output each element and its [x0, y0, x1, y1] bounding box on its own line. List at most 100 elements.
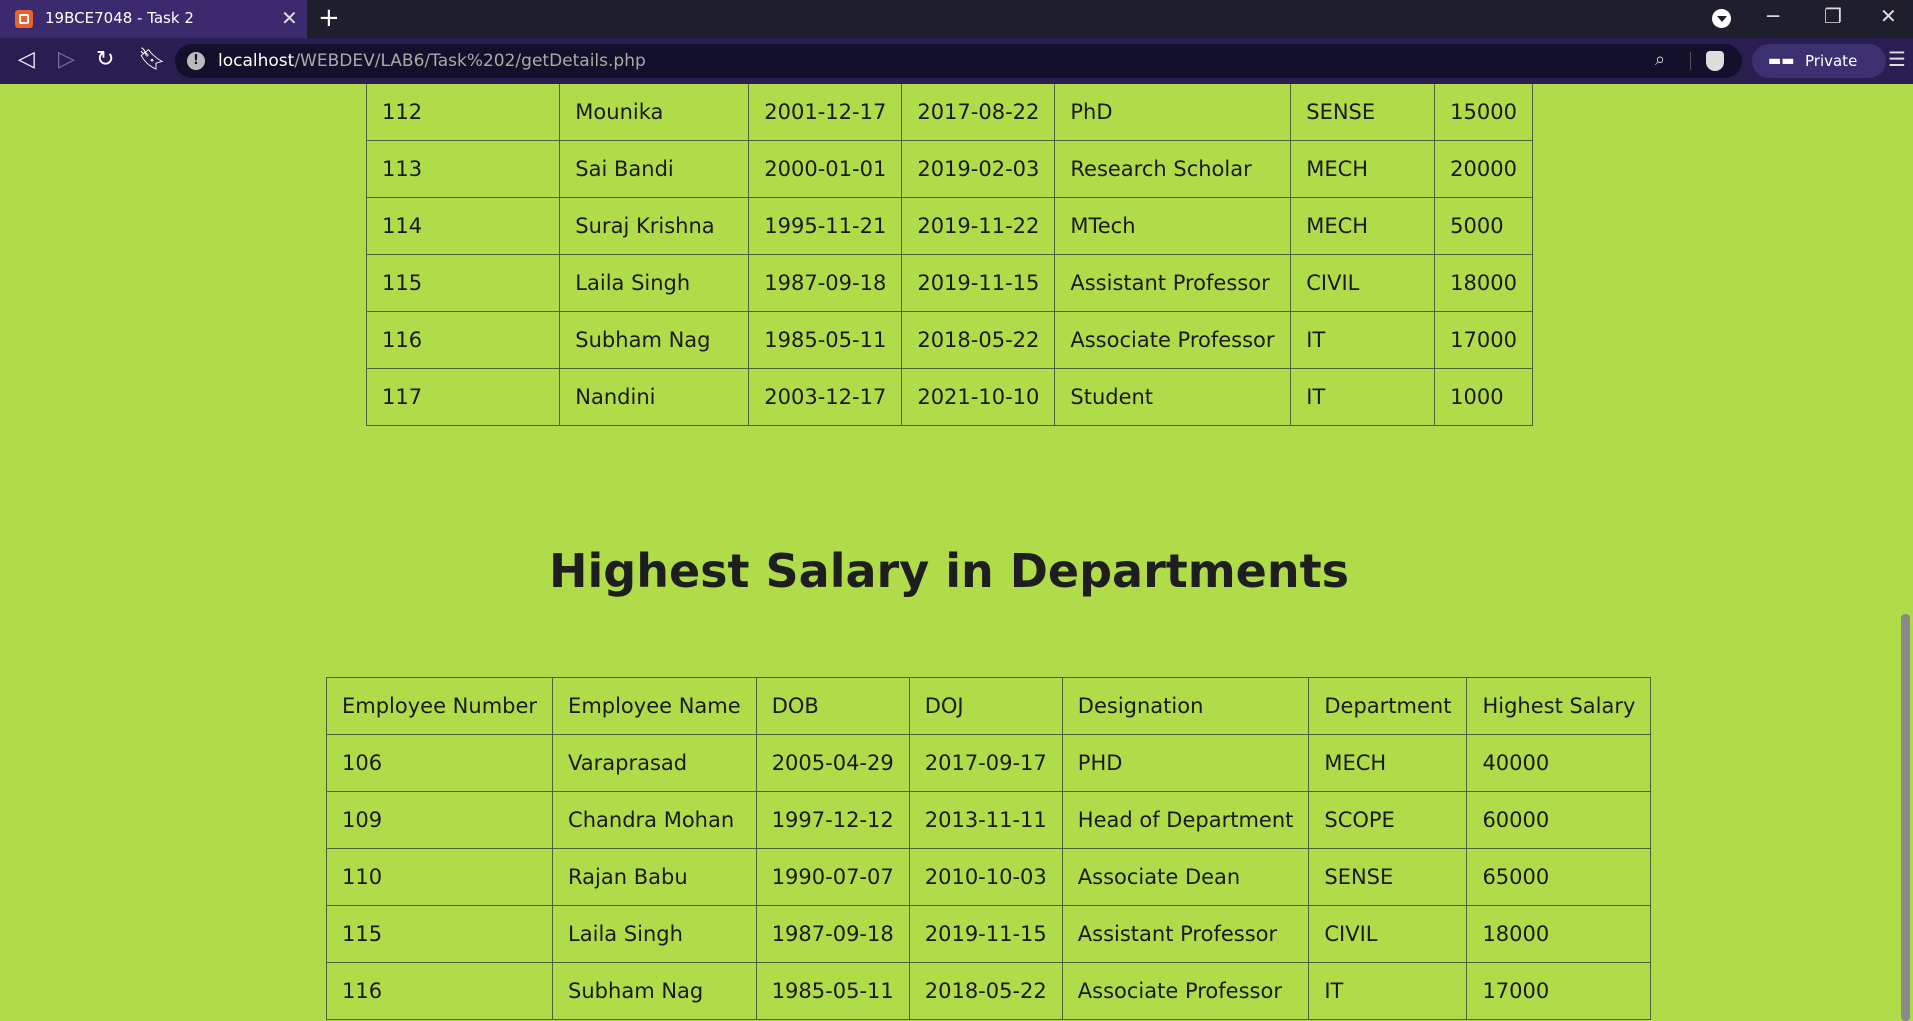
table-cell: 2013-11-11	[908, 791, 1063, 849]
table-cell: 2021-10-10	[901, 368, 1056, 426]
table-cell: IT	[1290, 311, 1436, 369]
table-row: 106 Varaprasad 2005-04-29 2017-09-17 PHD MECH…	[325, 734, 1652, 792]
column-header: Designation	[1061, 677, 1310, 735]
table-cell: Associate Dean	[1061, 848, 1310, 906]
forward-icon[interactable]: ▷	[58, 47, 75, 72]
table-cell: PHD	[1061, 734, 1310, 792]
private-glasses-icon: ▬▬	[1768, 53, 1795, 69]
table-cell: Associate Professor	[1054, 311, 1292, 369]
table-row: 116 Subham Nag 1985-05-11 2018-05-22 Associa…	[365, 311, 1533, 369]
table-cell: 115	[365, 254, 561, 312]
table-cell: 20000	[1434, 140, 1533, 198]
table-cell: 2003-12-17	[748, 368, 903, 426]
tab-active[interactable]: 19BCE7048 - Task 2 ✕	[0, 0, 307, 38]
table-cell: 106	[325, 734, 554, 792]
table-cell: 2019-11-22	[901, 197, 1056, 255]
close-tab-icon[interactable]: ✕	[281, 6, 298, 30]
table-cell: CIVIL	[1290, 254, 1436, 312]
table-cell: 1997-12-12	[755, 791, 910, 849]
table-cell: Suraj Krishna	[559, 197, 750, 255]
column-header: DOB	[755, 677, 910, 735]
table-row: 112 Mounika 2001-12-17 2017-08-22 PhD SENSE 15…	[365, 84, 1533, 141]
table-cell: Head of Department	[1061, 791, 1310, 849]
table-cell: Laila Singh	[552, 905, 757, 963]
employee-table: 112 Mounika 2001-12-17 2017-08-22 PhD SENSE 15…	[365, 84, 1533, 426]
site-info-icon[interactable]: !	[187, 52, 205, 70]
table-cell: IT	[1290, 368, 1436, 426]
table-cell: Subham Nag	[552, 962, 757, 1020]
table-cell: Rajan Babu	[552, 848, 757, 906]
bookmark-icon[interactable]: 🔖︎	[138, 47, 166, 72]
url-text[interactable]: localhost/WEBDEV/LAB6/Task%202/getDetail…	[218, 51, 646, 71]
table-cell: 18000	[1466, 905, 1652, 963]
tab-strip: 19BCE7048 - Task 2 ✕ + ─ ❐ ✕	[0, 0, 1913, 38]
table-row: 116 Subham Nag 1985-05-11 2018-05-22 Associa…	[325, 962, 1652, 1020]
zoom-icon[interactable]: ⌕	[1655, 49, 1665, 70]
table-cell: Nandini	[559, 368, 750, 426]
back-icon[interactable]: ◁	[18, 47, 35, 72]
table-cell: 117	[365, 368, 561, 426]
page-heading: Highest Salary in Departments	[549, 544, 1349, 598]
table-cell: 2019-11-15	[901, 254, 1056, 312]
table-cell: Assistant Professor	[1054, 254, 1292, 312]
table-cell: 2018-05-22	[908, 962, 1063, 1020]
table-cell: Assistant Professor	[1061, 905, 1310, 963]
table-cell: 1995-11-21	[748, 197, 903, 255]
table-cell: SENSE	[1290, 84, 1436, 141]
private-window-badge[interactable]: ▬▬ Private	[1752, 44, 1886, 78]
table-cell: MECH	[1308, 734, 1468, 792]
table-row: 115 Laila Singh 1987-09-18 2019-11-15 Assist…	[325, 905, 1652, 963]
vertical-scrollbar[interactable]	[1898, 84, 1913, 1021]
menu-icon[interactable]: ☰	[1888, 47, 1906, 71]
divider	[1690, 52, 1691, 70]
table-header-row: Employee Number Employee Name DOB DOJ Design…	[325, 677, 1652, 735]
xampp-favicon-icon	[15, 10, 33, 28]
restore-icon[interactable]: ❐	[1824, 4, 1842, 28]
table-cell: IT	[1308, 962, 1468, 1020]
table-cell: Mounika	[559, 84, 750, 141]
reload-icon[interactable]: ↻	[96, 47, 114, 72]
tab-search-dropdown-icon[interactable]	[1712, 9, 1731, 28]
column-header: DOJ	[908, 677, 1063, 735]
table-cell: 2005-04-29	[755, 734, 910, 792]
table-row: 115 Laila Singh 1987-09-18 2019-11-15 Assist…	[365, 254, 1533, 312]
table-cell: PhD	[1054, 84, 1292, 141]
table-row: 117 Nandini 2003-12-17 2021-10-10 Student IT 1…	[365, 368, 1533, 426]
minimize-icon[interactable]: ─	[1767, 4, 1779, 28]
table-cell: 2017-08-22	[901, 84, 1056, 141]
table-cell: 15000	[1434, 84, 1533, 141]
scrollbar-thumb[interactable]	[1901, 614, 1910, 1021]
table-cell: 115	[325, 905, 554, 963]
table-cell: MECH	[1290, 140, 1436, 198]
table-cell: 2001-12-17	[748, 84, 903, 141]
close-window-icon[interactable]: ✕	[1880, 4, 1897, 28]
table-cell: 1000	[1434, 368, 1533, 426]
table-row: 110 Rajan Babu 1990-07-07 2010-10-03 Associa…	[325, 848, 1652, 906]
table-cell: 112	[365, 84, 561, 141]
table-cell: Student	[1054, 368, 1292, 426]
table-cell: 18000	[1434, 254, 1533, 312]
table-row: 113 Sai Bandi 2000-01-01 2019-02-03 Research…	[365, 140, 1533, 198]
table-cell: CIVIL	[1308, 905, 1468, 963]
column-header: Employee Name	[552, 677, 757, 735]
private-label: Private	[1805, 52, 1858, 70]
url-path: /WEBDEV/LAB6/Task%202/getDetails.php	[294, 51, 646, 71]
column-header: Department	[1308, 677, 1468, 735]
table-cell: 116	[365, 311, 561, 369]
new-tab-icon[interactable]: +	[318, 3, 340, 33]
table-cell: 5000	[1434, 197, 1533, 255]
column-header: Employee Number	[325, 677, 554, 735]
address-bar[interactable]: ! localhost/WEBDEV/LAB6/Task%202/getDeta…	[175, 44, 1742, 78]
page-content: 112 Mounika 2001-12-17 2017-08-22 PhD SENSE 15…	[0, 84, 1898, 1021]
table-cell: 2018-05-22	[901, 311, 1056, 369]
table-cell: 2010-10-03	[908, 848, 1063, 906]
table-cell: Varaprasad	[552, 734, 757, 792]
navigation-bar: ◁ ▷ ↻ 🔖︎ ! localhost/WEBDEV/LAB6/Task%20…	[0, 38, 1913, 84]
table-cell: 60000	[1466, 791, 1652, 849]
brave-shields-icon[interactable]	[1706, 51, 1724, 71]
table-cell: 1987-09-18	[755, 905, 910, 963]
table-cell: 17000	[1434, 311, 1533, 369]
column-header: Highest Salary	[1466, 677, 1652, 735]
table-cell: 65000	[1466, 848, 1652, 906]
table-cell: Sai Bandi	[559, 140, 750, 198]
